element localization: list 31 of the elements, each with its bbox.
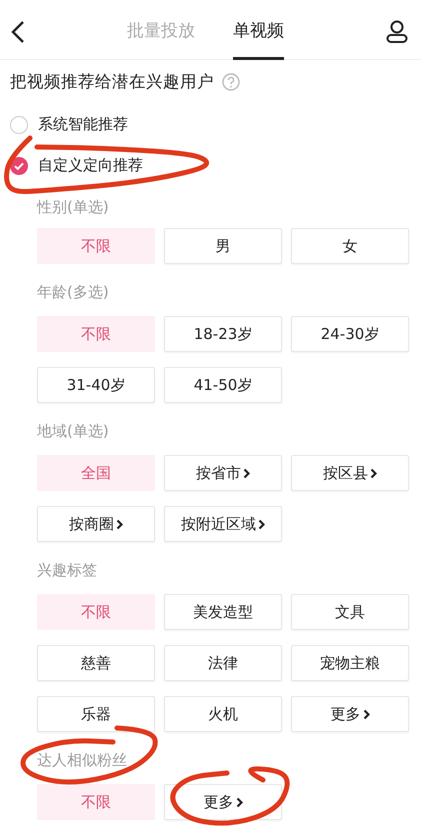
option-button[interactable]: 24-30岁 xyxy=(291,316,409,352)
option-button[interactable]: 更多 xyxy=(291,696,409,732)
radio-checked-icon[interactable] xyxy=(10,156,28,174)
option-button[interactable]: 宠物主粮 xyxy=(291,645,409,681)
option-button[interactable]: 男 xyxy=(164,228,282,264)
tab[interactable]: 单视频 xyxy=(233,0,284,60)
option-button[interactable]: 31-40岁 xyxy=(37,367,155,403)
section-label: 兴趣标签 xyxy=(37,560,97,580)
section-label: 地域(单选) xyxy=(37,422,109,440)
option-button[interactable]: 火机 xyxy=(164,696,282,732)
option-button[interactable]: 按省市 xyxy=(164,455,282,491)
option-button[interactable]: 41-50岁 xyxy=(164,367,282,403)
option-button[interactable]: 美发造型 xyxy=(164,594,282,630)
option-button[interactable]: 女 xyxy=(291,228,409,264)
section-label: 性别(单选) xyxy=(37,198,109,216)
option-button[interactable]: 文具 xyxy=(291,594,409,630)
section-label: 年龄(多选) xyxy=(37,282,109,302)
radio-icon[interactable] xyxy=(10,116,28,134)
option-button[interactable]: 18-23岁 xyxy=(164,316,282,352)
profile-icon[interactable] xyxy=(386,20,408,44)
section-label: 达人相似粉丝 xyxy=(37,750,127,770)
option-button[interactable]: 按商圈 xyxy=(37,506,155,542)
option-button[interactable]: 法律 xyxy=(164,645,282,681)
option-button[interactable]: 按区县 xyxy=(291,455,409,491)
back-icon[interactable] xyxy=(10,20,26,44)
section-title: 把视频推荐给潜在兴趣用户 xyxy=(10,71,214,93)
option-button[interactable]: 慈善 xyxy=(37,645,155,681)
option-button[interactable]: 按附近区域 xyxy=(164,506,282,542)
radio-option[interactable]: 自定义定向推荐 xyxy=(10,145,143,186)
option-button[interactable]: 乐器 xyxy=(37,696,155,732)
radio-option[interactable]: 系统智能推荐 xyxy=(10,104,128,145)
